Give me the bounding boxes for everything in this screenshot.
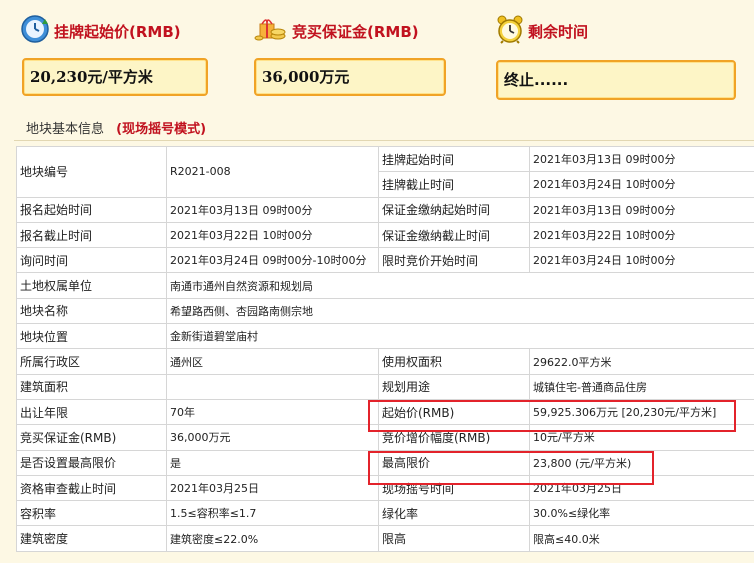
start-price-stat: 挂牌起始价(RMB) 20,230元/平方米 xyxy=(20,14,208,96)
row-key: 地块位置 xyxy=(16,323,167,350)
clock-refresh-icon xyxy=(20,14,50,48)
row-key: 建筑面积 xyxy=(16,373,167,400)
table-row: 容积率 1.5≤容积率≤1.7 绿化率 30.0%≤绿化率 xyxy=(16,500,754,527)
table-row: 竞买保证金(RMB) 36,000万元 竞价增价幅度(RMB) 10元/平方米 xyxy=(16,424,754,451)
row-key-2: 最高限价 xyxy=(378,449,530,476)
row-value: 是 xyxy=(166,449,379,476)
section-mode: (现场摇号模式) xyxy=(116,122,207,137)
row-key-2: 现场摇号时间 xyxy=(378,474,530,502)
table-row: 建筑密度 建筑密度≤22.0% 限高 限高≤40.0米 xyxy=(16,525,754,552)
row-value: 36,000万元 xyxy=(166,424,379,451)
row-value-2: 29622.0平方米 xyxy=(529,348,754,375)
row-value: 通州区 xyxy=(166,348,379,375)
row-value-2: 限高≤40.0米 xyxy=(529,525,754,552)
row-key-2: 竞价增价幅度(RMB) xyxy=(378,424,530,451)
table-row: 报名起始时间 2021年03月13日 09时00分 保证金缴纳起始时间 2021年03… xyxy=(16,196,754,223)
row-value-2: 2021年03月24日 10时00分 xyxy=(529,247,754,274)
row-value: 希望路西侧、杏园路南侧宗地 xyxy=(166,297,754,325)
parcel-info-table: 地块编号 R2021-008 挂牌起始时间 2021年03月13日 09时00分 挂牌截… xyxy=(16,145,754,552)
parcel-no-value: R2021-008 xyxy=(166,146,379,198)
row-key-2: 保证金缴纳起始时间 xyxy=(378,196,530,223)
row-key-2: 限高 xyxy=(378,525,530,552)
row-value: 2021年03月13日 09时00分 xyxy=(166,196,379,223)
row-value-2: 2021年03月13日 09时00分 xyxy=(529,196,754,223)
table-row: 建筑面积 规划用途 城镇住宅-普通商品住房 xyxy=(16,373,754,400)
row-value-2: 10元/平方米 xyxy=(529,424,754,451)
row-value-2: 2021年03月22日 10时00分 xyxy=(529,221,754,249)
section-header: 地块基本信息 (现场摇号模式) xyxy=(26,118,206,137)
row-key-2: 限时竞价开始时间 xyxy=(378,247,530,274)
row-value: 2021年03月24日 09时00分-10时00分 xyxy=(166,247,379,274)
row-key-2: 挂牌截止时间 xyxy=(378,171,530,198)
row-key-2: 保证金缴纳截止时间 xyxy=(378,221,530,249)
row-key-2: 规划用途 xyxy=(378,373,530,400)
row-key: 出让年限 xyxy=(16,398,167,426)
row-key: 地块名称 xyxy=(16,297,167,325)
row-value: 金新街道碧堂庙村 xyxy=(166,323,754,350)
row-value: 1.5≤容积率≤1.7 xyxy=(166,500,379,527)
alarm-clock-icon xyxy=(496,14,524,48)
table-row: 所属行政区 通州区 使用权面积 29622.0平方米 xyxy=(16,348,754,375)
deposit-value: 36,000万元 xyxy=(254,58,446,96)
row-key: 容积率 xyxy=(16,500,167,527)
start-price-label: 挂牌起始价(RMB) xyxy=(54,22,181,41)
summary-bar: 挂牌起始价(RMB) 20,230元/平方米 竞买保证金(RMB) 36,000… xyxy=(0,0,754,112)
row-key: 报名起始时间 xyxy=(16,196,167,223)
row-key-2: 绿化率 xyxy=(378,500,530,527)
row-value-2: 城镇住宅-普通商品住房 xyxy=(529,373,754,400)
table-row: 地块位置 金新街道碧堂庙村 xyxy=(16,323,754,350)
table-row: 出让年限 70年 起始价(RMB) 59,925.306万元 [20,230元/平方米… xyxy=(16,398,754,426)
row-value-2: 2021年03月25日 xyxy=(529,474,754,502)
row-value: 南通市通州自然资源和规划局 xyxy=(166,272,754,299)
row-key: 建筑密度 xyxy=(16,525,167,552)
remaining-label: 剩余时间 xyxy=(528,22,589,41)
table-row: 是否设置最高限价是最高限价 23,800 (元/平方米) xyxy=(16,449,754,476)
row-key-2: 使用权面积 xyxy=(378,348,530,375)
row-key: 所属行政区 xyxy=(16,348,167,375)
row-value-2: 23,800 (元/平方米) xyxy=(529,449,754,476)
row-value-2: 2021年03月24日 10时00分 xyxy=(529,171,754,198)
remaining-stat: 剩余时间 终止...... xyxy=(496,14,736,100)
section-divider xyxy=(14,140,754,141)
table-row: 报名截止时间 2021年03月22日 10时00分 保证金缴纳截止时间 2021年03… xyxy=(16,221,754,249)
row-value-2: 2021年03月13日 09时00分 xyxy=(529,145,754,173)
start-price-value: 20,230元/平方米 xyxy=(22,58,208,96)
row-key-2: 起始价(RMB) xyxy=(378,398,530,426)
table-row: 土地权属单位 南通市通州自然资源和规划局 xyxy=(16,272,754,299)
deposit-label: 竞买保证金(RMB) xyxy=(292,22,419,41)
table-row: 资格审查截止时间 2021年03月25日 现场摇号时间 2021年03月25日 xyxy=(16,474,754,502)
row-value: 2021年03月25日 xyxy=(166,474,379,502)
row-key: 询问时间 xyxy=(16,247,167,274)
row-value: 2021年03月22日 10时00分 xyxy=(166,221,379,249)
row-value-2: 59,925.306万元 [20,230元/平方米] xyxy=(529,398,754,426)
row-value: 建筑密度≤22.0% xyxy=(166,525,379,552)
remaining-value: 终止...... xyxy=(496,60,736,100)
gift-coins-icon xyxy=(254,14,288,48)
row-key-2: 挂牌起始时间 xyxy=(378,145,530,173)
table-row: 询问时间 2021年03月24日 09时00分-10时00分 限时竞价开始时间 202… xyxy=(16,247,754,274)
row-key: 报名截止时间 xyxy=(16,221,167,249)
row-key: 资格审查截止时间 xyxy=(16,474,167,502)
row-value xyxy=(166,373,379,400)
row-key: 土地权属单位 xyxy=(16,272,167,299)
row-value-2: 30.0%≤绿化率 xyxy=(529,500,754,527)
row-key: 是否设置最高限价 xyxy=(16,449,167,476)
parcel-no-label: 地块编号 xyxy=(16,146,167,198)
table-row: 地块编号 R2021-008 挂牌起始时间 2021年03月13日 09时00分 xyxy=(16,145,754,198)
row-key: 竞买保证金(RMB) xyxy=(16,424,167,451)
row-value: 70年 xyxy=(166,398,379,426)
deposit-stat: 竞买保证金(RMB) 36,000万元 xyxy=(254,14,446,96)
section-title: 地块基本信息 xyxy=(26,122,105,137)
table-row: 地块名称 希望路西侧、杏园路南侧宗地 xyxy=(16,297,754,325)
